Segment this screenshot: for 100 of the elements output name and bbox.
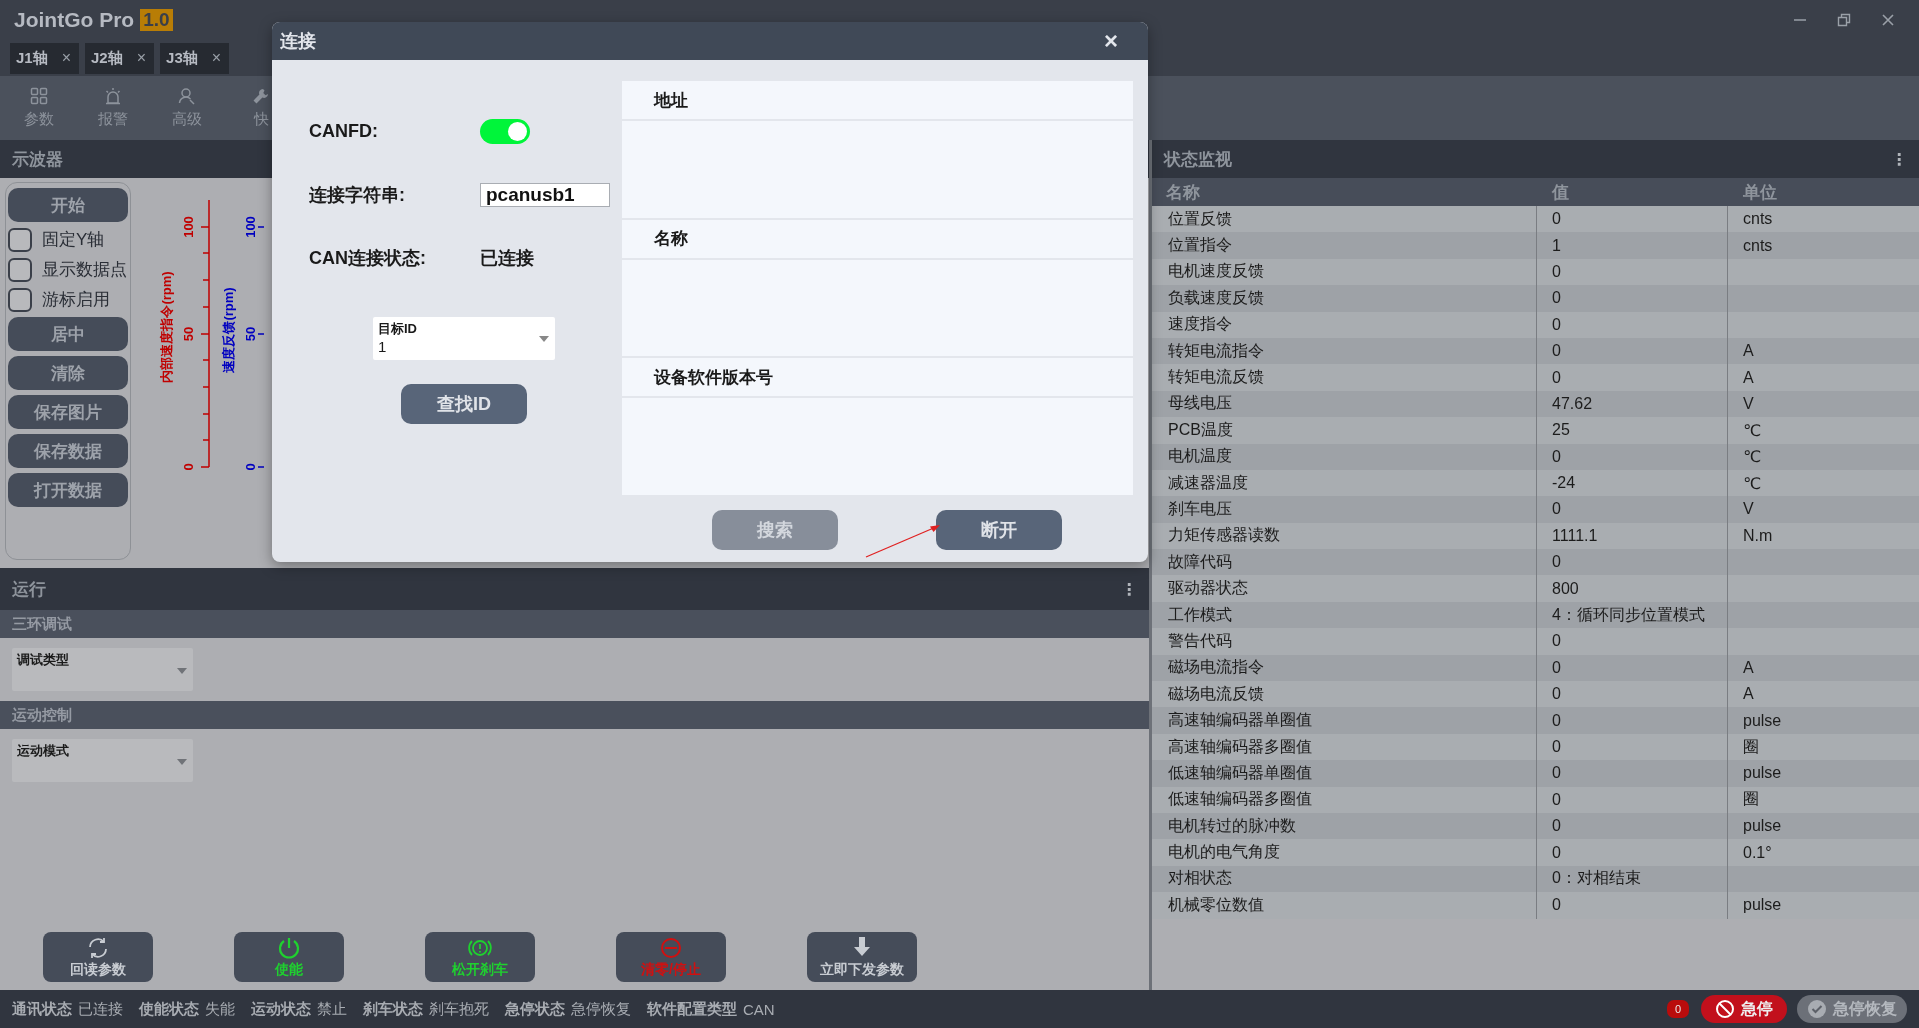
- table-cell: 速度指令: [1152, 311, 1537, 338]
- table-cell-text: cnts: [1742, 235, 1774, 256]
- checkbox-label: 固定Y轴: [42, 229, 105, 251]
- menu-button[interactable]: ⋮: [1891, 149, 1907, 169]
- status-value: 已连接: [78, 999, 123, 1019]
- status-value: 失能: [205, 999, 235, 1019]
- table-cell: 800: [1537, 575, 1728, 602]
- table-cell-text: pulse: [1742, 710, 1783, 731]
- table-cell-text: pulse: [1742, 816, 1783, 837]
- table-cell: 警告代码: [1152, 628, 1537, 655]
- table-cell: 0: [1537, 760, 1728, 787]
- field-label: CAN连接状态:: [309, 246, 427, 270]
- action-button[interactable]: 松开刹车: [425, 932, 535, 982]
- table-cell: 高速轴编码器单圈值: [1152, 707, 1537, 734]
- status-label: 急停状态: [505, 999, 565, 1019]
- table-cell: 电机温度: [1152, 443, 1537, 470]
- emergency-reset-button[interactable]: 急停恢复: [1797, 995, 1907, 1023]
- tab-close-button[interactable]: ×: [61, 49, 72, 67]
- tick-label: 0: [243, 463, 258, 471]
- table-cell-text: A: [1742, 341, 1755, 362]
- toolbar-button[interactable]: 参数: [2, 76, 76, 140]
- axis-label: 内部速度指令(rpm): [159, 271, 174, 383]
- menu-button[interactable]: ⋮: [1121, 579, 1137, 599]
- table-cell-text: A: [1742, 684, 1755, 705]
- tick-label: 50: [243, 326, 258, 342]
- section-title: 运动控制: [12, 705, 72, 725]
- tick-label: 100: [181, 216, 196, 238]
- table-cell: PCB温度: [1152, 417, 1537, 444]
- status-value: 刹车抱死: [429, 999, 489, 1019]
- panel-title: 示波器: [12, 148, 63, 171]
- tick-label: 0: [181, 463, 196, 471]
- status-label: 通讯状态: [12, 999, 72, 1019]
- tick-label: 50: [181, 326, 196, 342]
- find-id-button[interactable]: 查找ID: [401, 384, 527, 424]
- dialog-title: 连接: [280, 30, 316, 53]
- disconnect-button[interactable]: 断开: [936, 510, 1062, 550]
- toolbar-button[interactable]: 高级: [150, 76, 224, 140]
- scope-button[interactable]: 保存数据: [8, 434, 128, 468]
- field-label: CANFD:: [309, 121, 379, 142]
- table-cell-text: A: [1742, 657, 1755, 678]
- column-header: 名称: [1165, 181, 1201, 204]
- scope-button[interactable]: 清除: [8, 356, 128, 390]
- toolbar-button[interactable]: 报警: [76, 76, 150, 140]
- list-header: 名称: [654, 228, 688, 251]
- status-label: 运动状态: [251, 999, 311, 1019]
- table-cell-text: N.m: [1742, 525, 1774, 546]
- table-cell-text: pulse: [1742, 763, 1783, 784]
- status-value: 急停恢复: [571, 999, 631, 1019]
- table-cell: 1: [1537, 232, 1728, 259]
- table-cell: 0: [1537, 628, 1728, 655]
- panel-title: 状态监视: [1164, 148, 1232, 171]
- table-cell-text: ℃: [1742, 420, 1762, 441]
- table-cell: 0: [1537, 443, 1728, 470]
- table-cell: 负载速度反馈: [1152, 285, 1537, 312]
- table-cell-text: V: [1742, 393, 1755, 414]
- tab-close-button[interactable]: ×: [211, 49, 222, 67]
- status-label: 使能状态: [139, 999, 199, 1019]
- scope-button[interactable]: 保存图片: [8, 395, 128, 429]
- axis-label: 速度反馈(rpm): [221, 287, 236, 373]
- toolbar-button[interactable]: 快: [224, 76, 298, 140]
- scope-button[interactable]: 打开数据: [8, 473, 128, 507]
- section-title: 三环调试: [12, 614, 72, 634]
- table-cell-text: V: [1742, 499, 1755, 520]
- status-label: 软件配置类型: [647, 999, 737, 1019]
- action-button[interactable]: 回读参数: [43, 932, 153, 982]
- emergency-stop-button[interactable]: 急停: [1701, 995, 1787, 1023]
- action-button[interactable]: 使能: [234, 932, 344, 982]
- table-cell-text: A: [1742, 367, 1755, 388]
- table-cell-text: ℃: [1742, 447, 1762, 468]
- app-title: JointGo Pro: [14, 8, 135, 32]
- scope-button[interactable]: 居中: [8, 317, 128, 351]
- table-cell: 0: [1537, 311, 1728, 338]
- table-cell: 0: [1537, 839, 1728, 866]
- scope-button[interactable]: 开始: [8, 188, 128, 222]
- table-cell: 0: [1537, 496, 1728, 523]
- table-cell-text: ℃: [1742, 473, 1762, 494]
- dropdown[interactable]: 调试类型: [12, 648, 193, 691]
- dropdown[interactable]: 运动模式: [12, 739, 193, 782]
- connection-status: 已连接: [480, 246, 534, 270]
- connection-string-field[interactable]: pcanusb1: [480, 182, 610, 207]
- axis-tab[interactable]: J2轴 ×: [85, 42, 155, 74]
- close-button[interactable]: ×: [1104, 27, 1118, 55]
- axis-tab[interactable]: J1轴 ×: [10, 42, 80, 74]
- count-badge: 0: [1666, 1000, 1689, 1018]
- table-cell: 位置指令: [1152, 232, 1537, 259]
- tab-close-button[interactable]: ×: [136, 49, 147, 67]
- table-cell: 电机的电气角度: [1152, 839, 1537, 866]
- table-cell: 0: [1537, 786, 1728, 813]
- target-id-dropdown[interactable]: 目标ID 1: [373, 317, 555, 360]
- table-cell: 转矩电流反馈: [1152, 364, 1537, 391]
- axis-tab[interactable]: J3轴 ×: [160, 42, 230, 74]
- action-button[interactable]: 立即下发参数: [807, 932, 917, 982]
- panel-title: 运行: [12, 578, 46, 601]
- table-cell-text: 圈: [1742, 789, 1760, 810]
- table-cell: 0: [1537, 364, 1728, 391]
- list-header: 地址: [654, 89, 688, 112]
- table-cell: 0: [1537, 892, 1728, 919]
- table-cell-text: pulse: [1742, 895, 1783, 916]
- column-header: 单位: [1742, 181, 1778, 204]
- table-cell: 低速轴编码器多圈值: [1152, 786, 1537, 813]
